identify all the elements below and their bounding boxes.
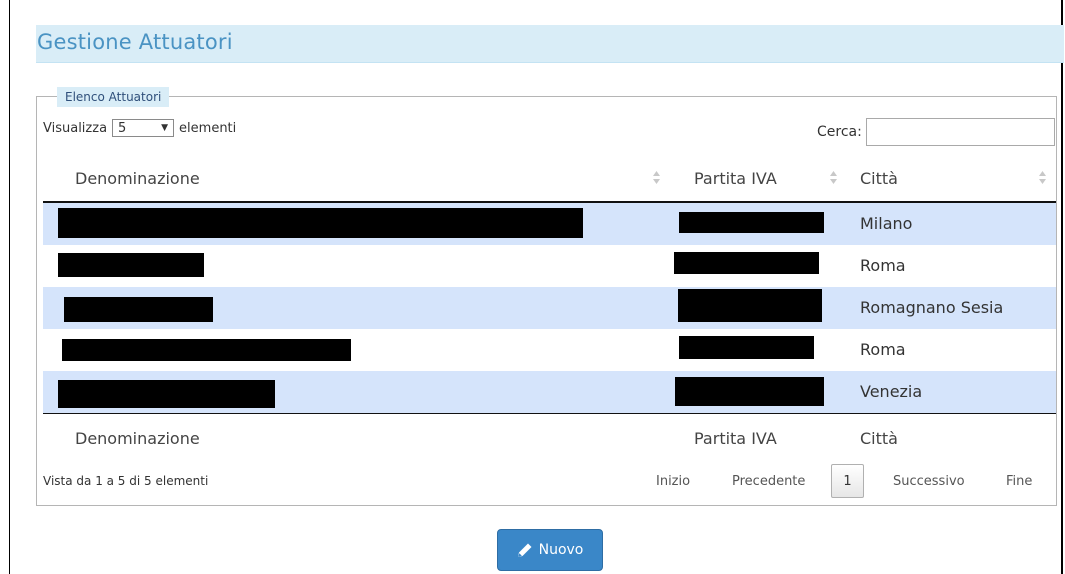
redacted-partita-iva: [678, 289, 822, 322]
search-label: Cerca:: [817, 124, 862, 140]
redacted-denominazione: [64, 297, 213, 322]
redacted-partita-iva: [675, 377, 824, 406]
new-button-label: Nuovo: [538, 542, 584, 558]
column-header-denominazione[interactable]: Denominazione: [75, 169, 200, 188]
sort-both-icon[interactable]: [829, 168, 838, 186]
page-length-prefix: Visualizza: [43, 120, 108, 136]
panel-legend: Elenco Attuatori: [57, 87, 170, 107]
new-button[interactable]: Nuovo: [497, 529, 603, 571]
cell-citta: Venezia: [860, 382, 923, 401]
table-info: Vista da 1 a 5 di 5 elementi: [43, 474, 209, 488]
redacted-denominazione: [62, 339, 351, 361]
page-title: Gestione Attuatori: [37, 30, 233, 54]
pagination-last[interactable]: Fine: [1006, 474, 1032, 489]
pagination-previous[interactable]: Precedente: [732, 474, 805, 489]
column-footer-partita-iva: Partita IVA: [694, 429, 777, 448]
column-header-partita-iva[interactable]: Partita IVA: [694, 169, 777, 188]
redacted-partita-iva: [679, 336, 814, 359]
cell-citta: Roma: [860, 340, 906, 359]
page-length-control: Visualizza 5 ▼ elementi: [43, 118, 236, 138]
cell-citta: Romagnano Sesia: [860, 298, 1004, 317]
page-header: Gestione Attuatori: [36, 25, 1064, 63]
page-length-select[interactable]: 5 ▼: [112, 119, 175, 137]
redacted-denominazione: [58, 380, 275, 408]
chevron-down-icon: ▼: [161, 123, 169, 133]
cell-citta: Roma: [860, 256, 906, 275]
column-footer-citta: Città: [860, 429, 898, 448]
page-length-suffix: elementi: [179, 120, 237, 136]
redacted-partita-iva: [679, 212, 824, 233]
pagination-first[interactable]: Inizio: [656, 474, 690, 489]
column-header-citta[interactable]: Città: [860, 169, 898, 188]
redacted-denominazione: [58, 208, 583, 238]
pagination-current-page[interactable]: 1: [831, 464, 864, 498]
sort-both-icon[interactable]: [1038, 168, 1047, 186]
footer-divider: [43, 413, 1056, 414]
sort-both-icon[interactable]: [652, 168, 661, 186]
pencil-icon: [517, 543, 532, 557]
cell-citta: Milano: [860, 214, 913, 233]
page-length-value: 5: [118, 120, 127, 136]
frame-left-edge: [9, 0, 10, 574]
column-footer-denominazione: Denominazione: [75, 429, 200, 448]
frame-right-edge: [1061, 0, 1063, 574]
pagination-next[interactable]: Successivo: [893, 474, 965, 489]
redacted-partita-iva: [674, 252, 819, 274]
search-input[interactable]: [866, 118, 1055, 146]
redacted-denominazione: [58, 253, 204, 277]
